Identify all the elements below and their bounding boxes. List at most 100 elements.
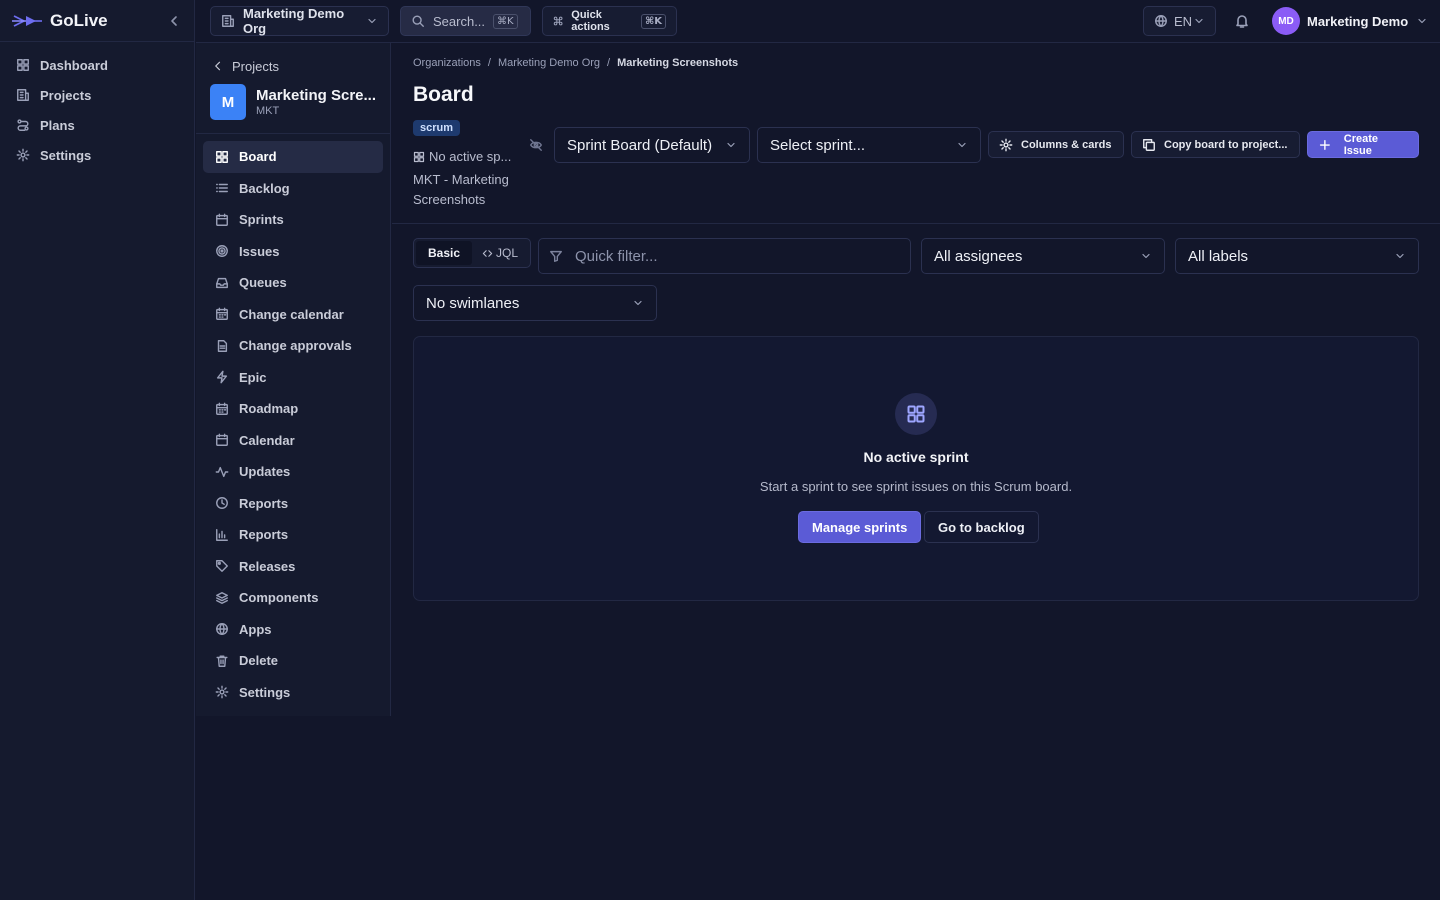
board-type-badge: scrum (413, 120, 461, 136)
project-nav-issues[interactable]: Issues (203, 236, 383, 268)
org-switcher[interactable]: Marketing Demo Org (210, 6, 389, 36)
project-nav-releases[interactable]: Releases (203, 551, 383, 583)
app-nav-label: Plans (40, 117, 75, 133)
project-nav-apps[interactable]: Apps (203, 614, 383, 646)
project-nav-epic[interactable]: Epic (203, 362, 383, 394)
sprint-status: No active sp... (413, 149, 511, 164)
project-nav-board[interactable]: Board (203, 141, 383, 173)
board-select[interactable]: Sprint Board (Default) (554, 127, 750, 163)
filter-icon (550, 250, 562, 262)
project-nav-backlog[interactable]: Backlog (203, 173, 383, 205)
columns-cards-button[interactable]: Columns & cards (988, 131, 1124, 158)
project-nav-reports-time[interactable]: Reports (203, 488, 383, 520)
project-nav-roadmap[interactable]: Roadmap (203, 393, 383, 425)
sprint-select[interactable]: Select sprint... (757, 127, 981, 163)
project-nav-components[interactable]: Components (203, 582, 383, 614)
app-nav-plans[interactable]: Plans (0, 110, 194, 140)
mode-jql[interactable]: JQL (472, 241, 528, 265)
project-nav-label: Releases (239, 558, 296, 574)
create-issue-button[interactable]: Create Issue (1307, 131, 1419, 158)
quick-filter-input[interactable]: Quick filter... (538, 238, 911, 274)
chevron-down-icon (1396, 253, 1404, 259)
assignees-select[interactable]: All assignees (921, 238, 1165, 274)
project-nav-delete[interactable]: Delete (203, 645, 383, 677)
chevron-down-icon (727, 142, 735, 148)
breadcrumb: Organizations / Marketing Demo Org / Mar… (413, 57, 738, 69)
file-check-icon (217, 339, 228, 352)
app-nav-projects[interactable]: Projects (0, 80, 194, 110)
project-nav-label: Updates (239, 464, 291, 480)
quick-actions-button[interactable]: Quick actions ⌘K (542, 6, 677, 36)
language-switcher[interactable]: EN (1143, 6, 1216, 36)
breadcrumb-organizations[interactable]: Organizations (413, 57, 481, 69)
project-nav-change-approvals[interactable]: Change approvals (203, 330, 383, 362)
project-nav-label: Settings (239, 684, 291, 700)
empty-state-description: Start a sprint to see sprint issues on t… (759, 479, 1073, 494)
user-avatar: MD (1272, 7, 1300, 35)
app-nav-dashboard[interactable]: Dashboard (0, 50, 194, 80)
project-nav-label: Epic (239, 369, 267, 385)
project-nav-calendar[interactable]: Calendar (203, 425, 383, 457)
code-icon (482, 249, 493, 257)
inbox-icon (216, 277, 228, 288)
project-nav-label: Components (239, 590, 319, 606)
mode-basic[interactable]: Basic (416, 241, 472, 265)
project-nav-updates[interactable]: Updates (203, 456, 383, 488)
chevron-down-icon (368, 18, 376, 24)
board-icon (216, 150, 228, 163)
labels-select[interactable]: All labels (1175, 238, 1419, 274)
chevron-down-icon (958, 142, 966, 148)
filter-mode-toggle: Basic JQL (413, 238, 531, 268)
chevron-left-icon (215, 61, 221, 71)
quick-actions-shortcut: ⌘K (640, 13, 666, 29)
copy-board-button[interactable]: Copy board to project... (1131, 131, 1300, 158)
collapse-sidebar-icon[interactable] (166, 13, 182, 29)
manage-sprints-button[interactable]: Manage sprints (798, 511, 922, 543)
project-header: M Marketing Scre... MKT (196, 77, 390, 121)
search-shortcut: ⌘K (493, 13, 518, 29)
project-nav-sprints[interactable]: Sprints (203, 204, 383, 236)
gear-icon (999, 138, 1013, 151)
grid-icon (17, 59, 29, 71)
project-nav: Board Backlog Sprints Issues Queues Chan… (196, 134, 390, 708)
sprint-select-value: Select sprint... (770, 136, 866, 154)
copy-icon (1143, 138, 1155, 151)
user-menu[interactable]: MD Marketing Demo (1272, 7, 1428, 35)
bell-icon[interactable] (1234, 13, 1250, 29)
globe-icon (1155, 15, 1167, 27)
chevron-down-icon (1418, 18, 1426, 24)
app-nav: Dashboard Projects Plans Settings (0, 42, 194, 170)
eye-off-icon[interactable] (529, 138, 543, 152)
chevron-down-icon (634, 300, 642, 306)
app-nav-label: Dashboard (40, 57, 108, 73)
project-nav-label: Calendar (239, 432, 295, 448)
app-sidebar: GoLive Dashboard Projects Plans Settings (0, 0, 195, 900)
layers-icon (216, 591, 228, 604)
project-nav-settings[interactable]: Settings (203, 677, 383, 709)
empty-state-title: No active sprint (863, 449, 969, 465)
app-nav-settings[interactable]: Settings (0, 140, 194, 170)
chevron-down-icon (1195, 18, 1203, 24)
building-icon (17, 89, 29, 101)
calendar-icon (216, 402, 228, 415)
user-name: Marketing Demo (1307, 13, 1409, 29)
search-button[interactable]: Search... ⌘K (400, 6, 531, 36)
plus-icon (1319, 139, 1330, 150)
project-nav-reports-charts[interactable]: Reports (203, 519, 383, 551)
back-label: Projects (232, 58, 279, 74)
swimlanes-select[interactable]: No swimlanes (413, 285, 657, 321)
breadcrumb-org[interactable]: Marketing Demo Org (498, 57, 600, 69)
command-icon (553, 16, 563, 26)
project-nav-label: Backlog (239, 180, 290, 196)
empty-state-panel: No active sprint Start a sprint to see s… (413, 336, 1419, 601)
project-nav-change-calendar[interactable]: Change calendar (203, 299, 383, 331)
breadcrumb-project: Marketing Screenshots (617, 57, 739, 69)
mode-jql-label: JQL (495, 246, 518, 260)
project-name: Marketing Scre... (255, 87, 376, 104)
go-to-backlog-button[interactable]: Go to backlog (924, 511, 1039, 543)
project-nav-label: Change calendar (239, 306, 344, 322)
main-content: Organizations / Marketing Demo Org / Mar… (392, 43, 1440, 900)
project-avatar: M (210, 84, 246, 120)
project-nav-queues[interactable]: Queues (203, 267, 383, 299)
back-to-projects[interactable]: Projects (196, 55, 390, 77)
